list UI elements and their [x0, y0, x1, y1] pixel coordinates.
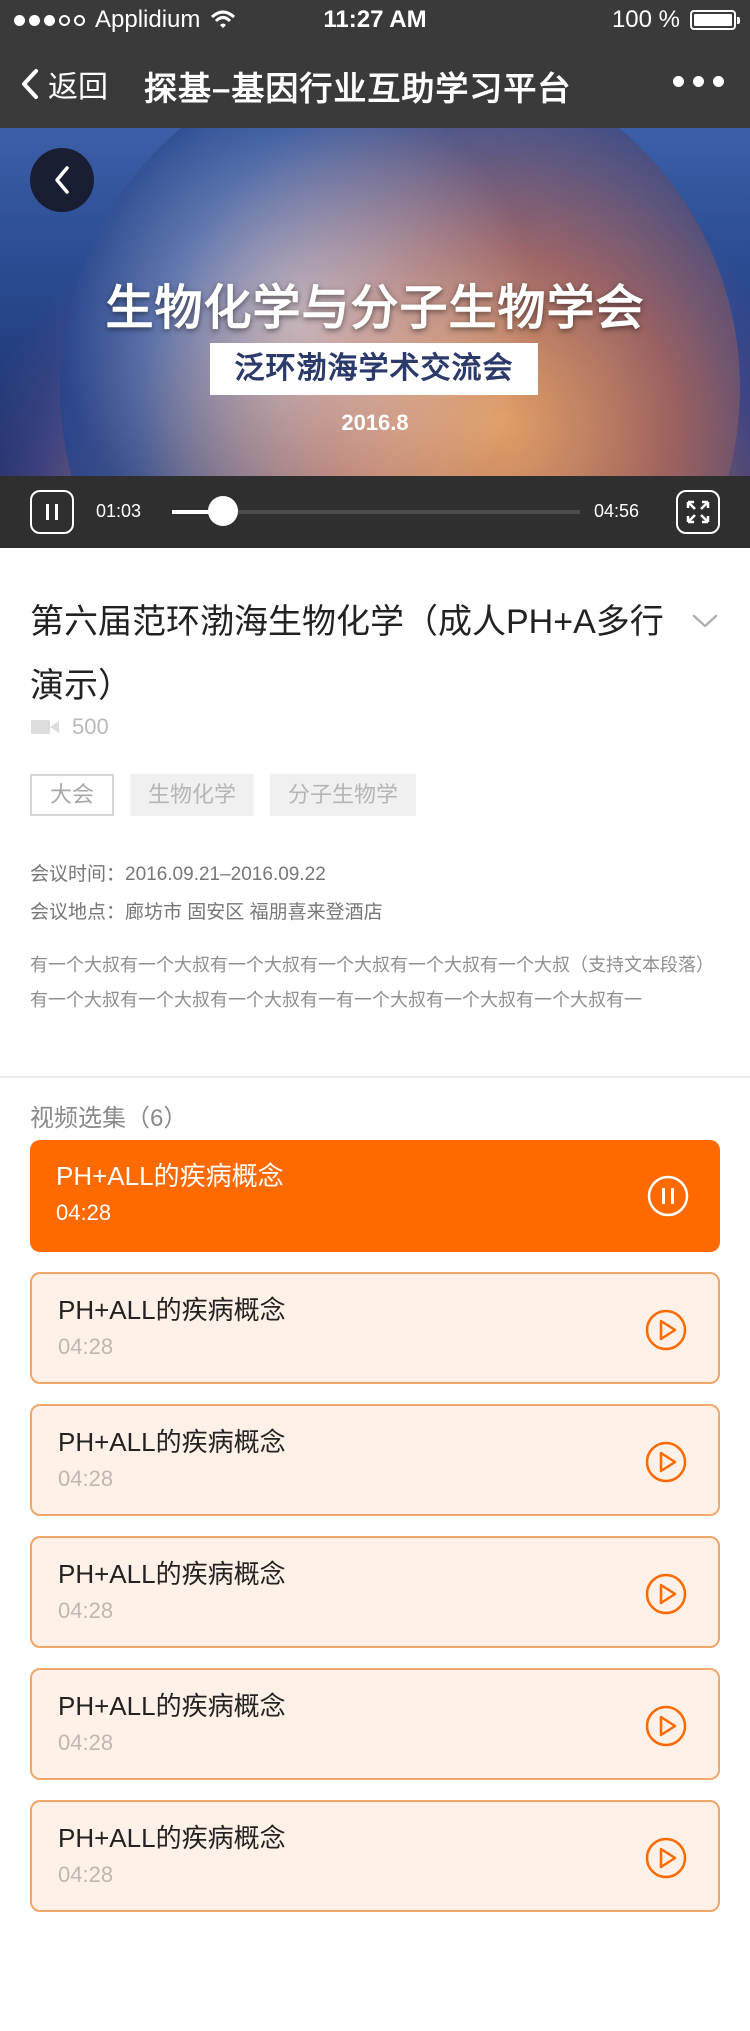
episode-title: PH+ALL的疾病概念 — [58, 1559, 286, 1589]
pause-icon — [46, 504, 58, 520]
play-icon[interactable] — [644, 1440, 688, 1484]
meeting-place-row: 会议地点：廊坊市 固安区 福朋喜来登酒店 — [30, 894, 383, 932]
player-controls: 01:03 04:56 — [0, 476, 750, 548]
more-dots-icon[interactable] — [673, 76, 724, 87]
episode-card[interactable]: PH+ALL的疾病概念 04:28 — [30, 1404, 720, 1516]
battery-percent: 100 % — [611, 6, 680, 33]
tag-item[interactable]: 分子生物学 — [270, 774, 417, 816]
meeting-meta: 会议时间：2016.09.21–2016.09.22 会议地点：廊坊市 固安区 … — [30, 856, 383, 932]
episode-title: PH+ALL的疾病概念 — [56, 1161, 284, 1191]
episode-title: PH+ALL的疾病概念 — [58, 1427, 286, 1457]
video-poster[interactable]: 生物化学与分子生物学会 泛环渤海学术交流会 2016.8 — [0, 128, 750, 548]
episode-card[interactable]: PH+ALL的疾病概念 04:28 — [30, 1800, 720, 1912]
video-camera-icon — [31, 720, 59, 734]
episode-duration: 04:28 — [58, 1730, 114, 1755]
video-player[interactable]: 生物化学与分子生物学会 泛环渤海学术交流会 2016.8 01:03 04:56 — [0, 128, 750, 548]
meeting-place-value: 廊坊市 固安区 福朋喜来登酒店 — [125, 902, 383, 923]
pause-button[interactable] — [30, 490, 74, 534]
poster-subtitle: 泛环渤海学术交流会 — [210, 343, 538, 395]
status-right: 100 % — [611, 6, 740, 34]
tag-list: 大会 生物化学 分子生物学 — [30, 774, 417, 816]
nav-title: 探基–基因行业互助学习平台 — [144, 70, 572, 107]
chevron-left-icon — [55, 166, 69, 194]
poster-title: 生物化学与分子生物学会 — [105, 282, 645, 335]
progress-knob[interactable] — [208, 496, 238, 526]
meeting-time-label: 会议时间： — [30, 864, 126, 885]
fullscreen-button[interactable] — [676, 490, 720, 534]
back-label: 返回 — [48, 71, 108, 104]
play-icon[interactable] — [644, 1704, 688, 1748]
nav-bar: 返回 探基–基因行业互助学习平台 — [0, 40, 750, 128]
video-description: 有一个大叔有一个大叔有一个大叔有一个大叔有一个大叔有一个大叔（支持文本段落）有一… — [30, 955, 714, 1010]
current-time: 01:03 — [96, 501, 142, 521]
play-icon[interactable] — [644, 1836, 688, 1880]
page: Applidium 11:27 AM 100 % 返回 探基–基因行业互助学习平… — [0, 0, 750, 2031]
back-button[interactable]: 返回 — [18, 62, 108, 106]
episode-duration: 04:28 — [58, 1598, 114, 1623]
meeting-time-row: 会议时间：2016.09.21–2016.09.22 — [30, 856, 383, 894]
episode-card[interactable]: PH+ALL的疾病概念 04:28 — [30, 1668, 720, 1780]
status-bar: Applidium 11:27 AM 100 % — [0, 0, 750, 40]
fullscreen-icon — [686, 500, 710, 524]
episode-card[interactable]: PH+ALL的疾病概念 04:28 — [30, 1536, 720, 1648]
battery-icon — [690, 10, 740, 30]
progress-fill — [172, 510, 212, 514]
chevron-left-icon — [22, 69, 38, 99]
chevron-down-icon[interactable] — [690, 606, 720, 636]
video-title: 第六届范环渤海生物化学（成人PH+A多行演示） — [30, 603, 664, 705]
top-bar: Applidium 11:27 AM 100 % 返回 探基–基因行业互助学习平… — [0, 0, 750, 128]
episode-duration: 04:28 — [58, 1466, 114, 1491]
episode-title: PH+ALL的疾病概念 — [58, 1823, 286, 1853]
episode-title: PH+ALL的疾病概念 — [58, 1295, 286, 1325]
pause-icon[interactable] — [646, 1174, 690, 1218]
play-icon[interactable] — [644, 1308, 688, 1352]
episode-duration: 04:28 — [58, 1862, 114, 1887]
view-count: 500 — [30, 714, 109, 740]
player-back-button[interactable] — [30, 148, 94, 212]
episode-heading: 视频选集（6） — [30, 1105, 188, 1132]
episode-card[interactable]: PH+ALL的疾病概念 04:28 — [30, 1140, 720, 1252]
view-count-value: 500 — [72, 714, 109, 739]
meeting-time-value: 2016.09.21–2016.09.22 — [125, 864, 326, 885]
tag-item[interactable]: 生物化学 — [130, 774, 255, 816]
tag-item[interactable]: 大会 — [30, 774, 115, 816]
meeting-place-label: 会议地点： — [30, 902, 126, 923]
section-divider — [0, 1076, 750, 1078]
episode-title: PH+ALL的疾病概念 — [58, 1691, 286, 1721]
play-icon[interactable] — [644, 1572, 688, 1616]
episode-duration: 04:28 — [56, 1200, 112, 1225]
poster-date: 2016.8 — [341, 410, 409, 435]
total-time: 04:56 — [594, 501, 640, 521]
episode-duration: 04:28 — [58, 1334, 114, 1359]
episode-card[interactable]: PH+ALL的疾病概念 04:28 — [30, 1272, 720, 1384]
